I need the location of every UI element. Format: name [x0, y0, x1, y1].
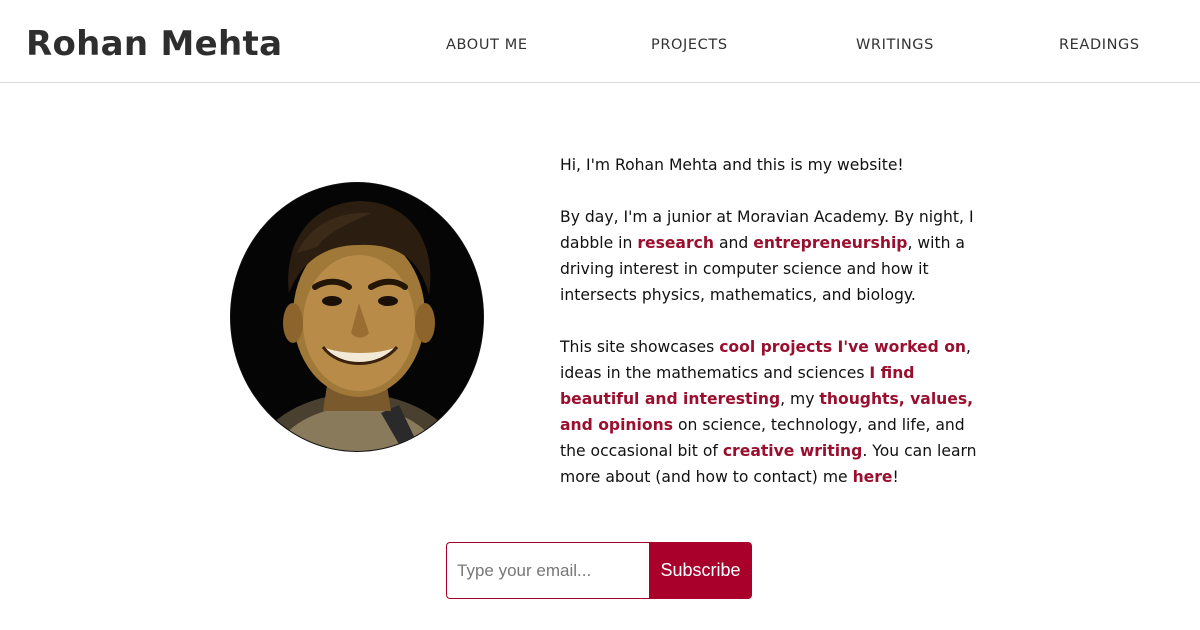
bio-paragraph-day-night: By day, I'm a junior at Moravian Academy… [560, 204, 980, 308]
email-input[interactable] [446, 542, 650, 599]
bio-text-segment: ! [892, 468, 899, 486]
bio-text-segment: This site showcases [560, 338, 720, 356]
bio-paragraph-showcase: This site showcases cool projects I've w… [560, 334, 980, 490]
subscribe-button[interactable]: Subscribe [649, 542, 752, 599]
subscribe-form: Subscribe [446, 542, 752, 599]
bio-intro: Hi, I'm Rohan Mehta and this is my websi… [560, 156, 904, 174]
research-link[interactable]: research [637, 234, 714, 252]
bio-text-segment: and [714, 234, 754, 252]
site-title[interactable]: Rohan Mehta [26, 22, 282, 66]
nav-about-me[interactable]: ABOUT ME [446, 35, 528, 55]
creative-writing-link[interactable]: creative writing [723, 442, 863, 460]
nav-readings[interactable]: READINGS [1059, 35, 1140, 55]
profile-photo [230, 182, 484, 452]
site-header: Rohan Mehta ABOUT ME PROJECTS WRITINGS R… [0, 0, 1200, 83]
projects-link[interactable]: cool projects I've worked on [719, 338, 966, 356]
bio-text: Hi, I'm Rohan Mehta and this is my websi… [560, 152, 980, 516]
about-here-link[interactable]: here [853, 468, 893, 486]
entrepreneurship-link[interactable]: entrepreneurship [753, 234, 907, 252]
nav-writings[interactable]: WRITINGS [856, 35, 934, 55]
profile-portrait-illustration [231, 183, 483, 451]
bio-text-segment: , my [780, 390, 820, 408]
nav-projects[interactable]: PROJECTS [651, 35, 728, 55]
